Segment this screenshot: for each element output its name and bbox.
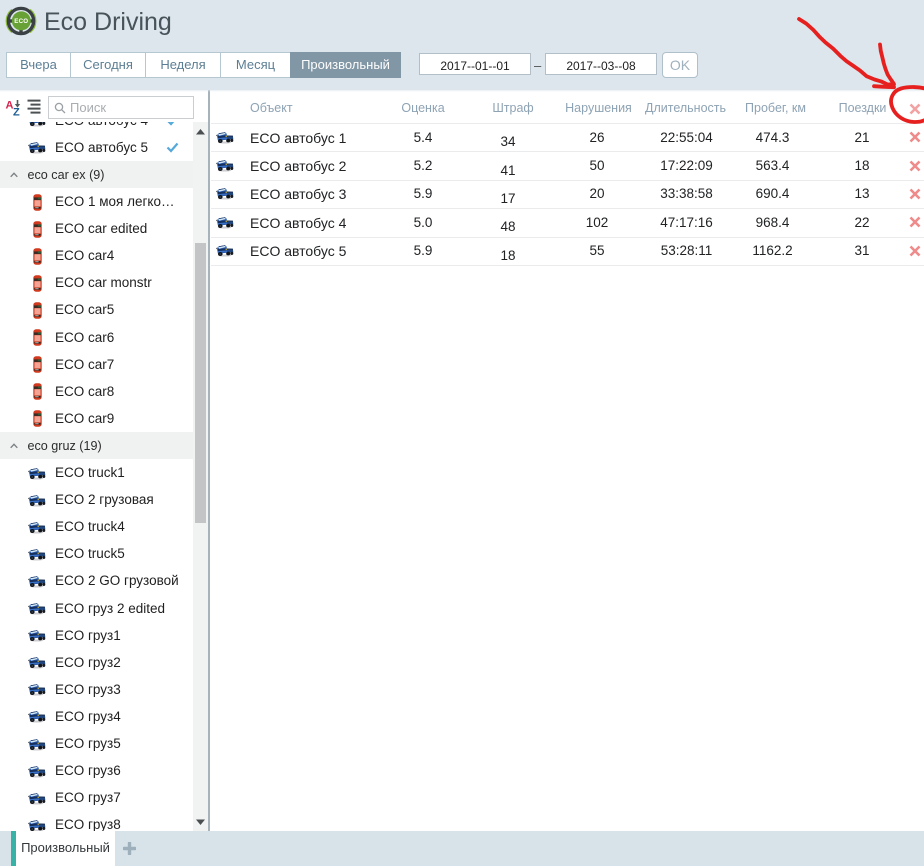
svg-text:Z: Z (13, 106, 20, 118)
svg-text:ECO: ECO (14, 18, 28, 25)
